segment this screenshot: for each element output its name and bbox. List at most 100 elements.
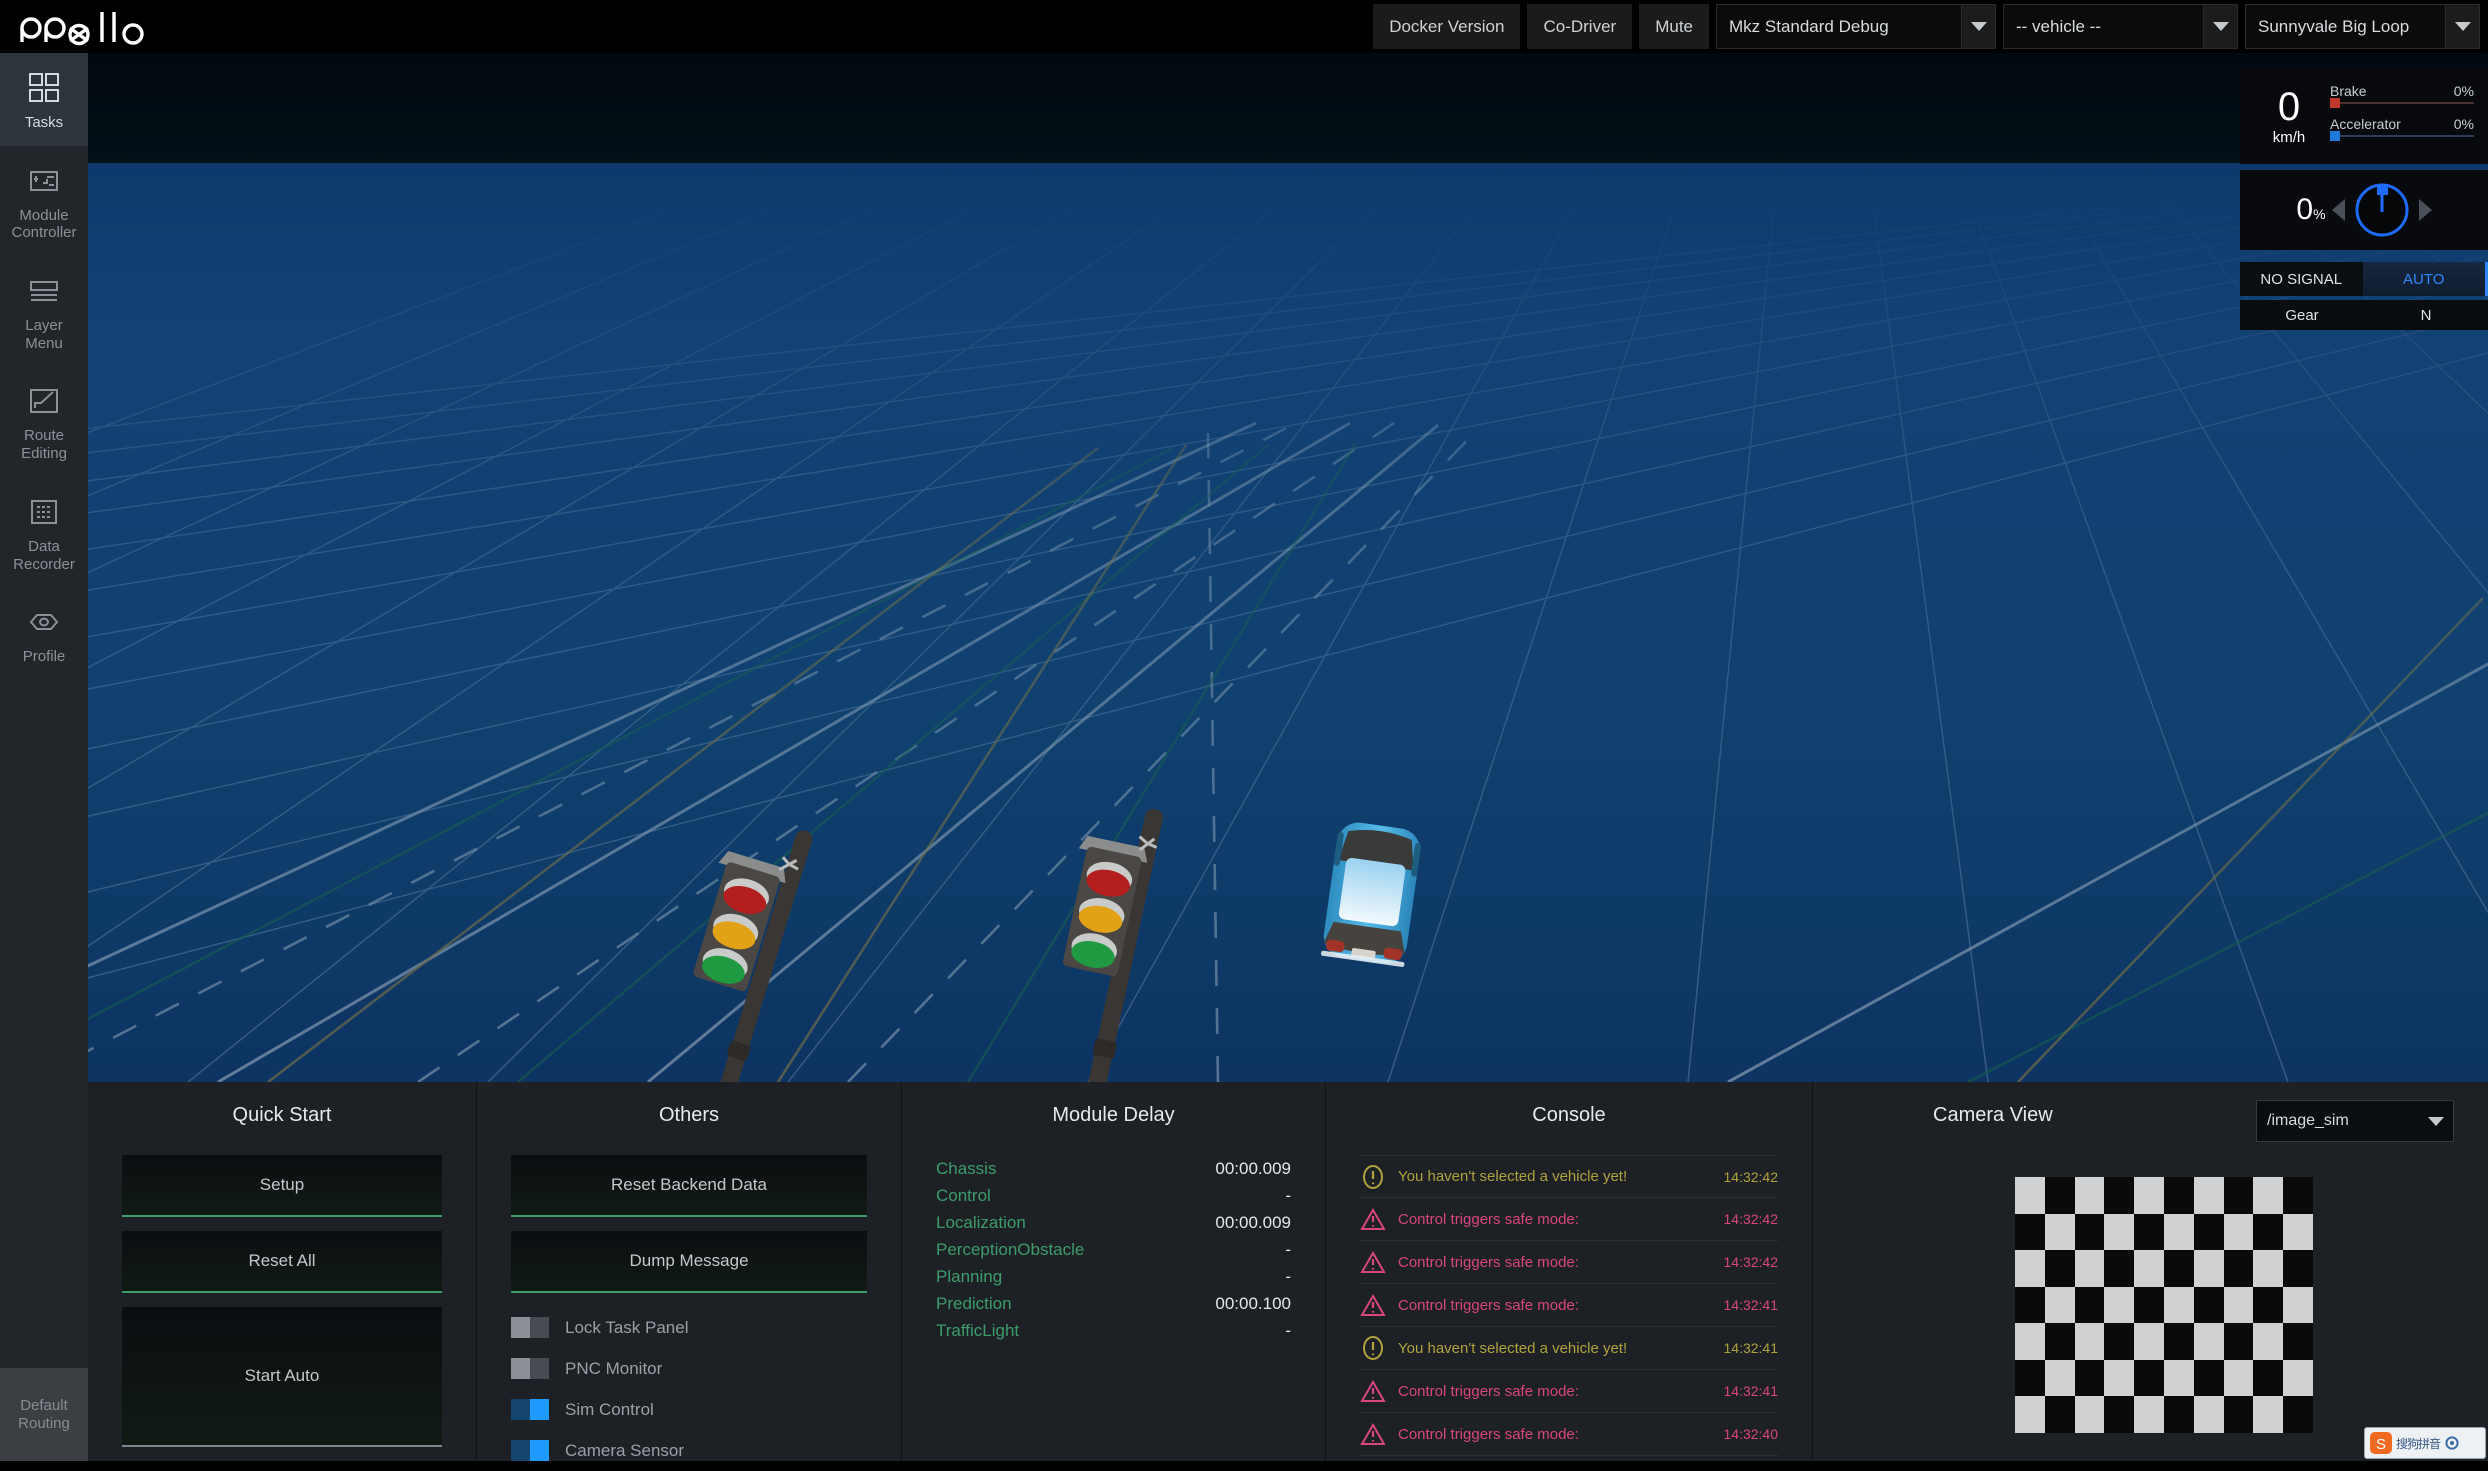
checker-cell [2194, 1323, 2224, 1360]
toggle-switch-icon [511, 1440, 549, 1461]
sidebar-item-module-controller[interactable]: Module Controller [0, 146, 88, 256]
accelerator-knob [2330, 131, 2340, 141]
list-item: Control triggers safe mode: 14:32:40 [1360, 1413, 1778, 1456]
docker-version-button[interactable]: Docker Version [1373, 4, 1520, 49]
module-name: PerceptionObstacle [936, 1236, 1084, 1263]
speed-value: 0 [2248, 87, 2330, 127]
chevron-down-icon [2203, 5, 2237, 48]
sidebar-item-label: Tasks [25, 114, 63, 132]
scene-viewport[interactable] [88, 53, 2488, 1082]
mode-select[interactable]: Mkz Standard Debug [1716, 4, 1996, 49]
default-routing-button[interactable]: Default Routing [0, 1368, 88, 1461]
checker-cell [2104, 1360, 2134, 1397]
chevron-down-icon [2419, 1117, 2453, 1126]
ego-vehicle [1316, 819, 1428, 967]
console-time: 14:32:41 [1724, 1297, 1779, 1313]
vehicle-select[interactable]: -- vehicle -- [2003, 4, 2238, 49]
sidebar-item-profile[interactable]: Profile [0, 587, 88, 680]
camera-sensor-toggle[interactable]: Camera Sensor [511, 1430, 867, 1471]
list-item: Control triggers safe mode: 14:32:42 [1360, 1241, 1778, 1284]
ime-toolbar[interactable]: S 搜狗拼音 [2364, 1427, 2486, 1459]
console-message: You haven't selected a vehicle yet! [1398, 1340, 1724, 1357]
module-name: Chassis [936, 1155, 996, 1182]
checker-cell [2253, 1396, 2283, 1433]
checker-cell [2045, 1287, 2075, 1324]
camera-view-panel: Camera View /image_sim [1812, 1082, 2488, 1461]
checker-cell [2224, 1250, 2254, 1287]
checker-cell [2134, 1287, 2164, 1324]
dump-message-button[interactable]: Dump Message [511, 1231, 867, 1293]
checker-cell [2015, 1287, 2045, 1324]
ime-label: 搜狗拼音 [2396, 1435, 2440, 1452]
default-routing-label: Default Routing [18, 1397, 70, 1433]
warning-triangle-icon [1360, 1206, 1386, 1232]
lock-task-panel-toggle[interactable]: Lock Task Panel [511, 1307, 867, 1348]
gear-row: Gear N [2240, 300, 2488, 330]
sidebar: Tasks Module Controller Layer Menu Route [0, 53, 88, 1461]
sidebar-item-label: Route Editing [21, 427, 67, 462]
vehicle-status-panel: 0 km/h Brake 0% Accelerator 0% 0% [2240, 68, 2488, 330]
checker-cell [2164, 1214, 2194, 1251]
pedal-indicators: Brake 0% Accelerator 0% [2330, 83, 2474, 149]
setup-button[interactable]: Setup [122, 1155, 442, 1217]
mute-button[interactable]: Mute [1639, 4, 1709, 49]
checker-cell [2075, 1323, 2105, 1360]
others-panel: Others Reset Backend Data Dump Message L… [476, 1082, 901, 1461]
gear-value: N [2364, 307, 2488, 324]
gear-icon[interactable] [2444, 1435, 2460, 1451]
table-row: TrafficLight - [936, 1317, 1291, 1344]
brake-track [2330, 102, 2474, 104]
list-item: Control triggers safe mode: 14:32:42 [1360, 1198, 1778, 1241]
sim-control-toggle[interactable]: Sim Control [511, 1389, 867, 1430]
toggle-label: PNC Monitor [565, 1359, 662, 1379]
toggle-label: Sim Control [565, 1400, 654, 1420]
camera-topic-select[interactable]: /image_sim [2256, 1100, 2454, 1142]
reset-backend-data-button[interactable]: Reset Backend Data [511, 1155, 867, 1217]
pnc-monitor-toggle[interactable]: PNC Monitor [511, 1348, 867, 1389]
map-select[interactable]: Sunnyvale Big Loop [2245, 4, 2480, 49]
header-controls: Docker Version Co-Driver Mute Mkz Standa… [1373, 4, 2480, 49]
auto-mode-indicator[interactable]: AUTO [2363, 262, 2488, 296]
checker-cell [2224, 1396, 2254, 1433]
checker-cell [2194, 1360, 2224, 1397]
console-message: Control triggers safe mode: [1398, 1254, 1724, 1271]
module-delay-value: 00:00.009 [1215, 1209, 1291, 1236]
checker-cell [2104, 1214, 2134, 1251]
module-delay-value: 00:00.009 [1215, 1155, 1291, 1182]
brake-value: 0% [2454, 83, 2474, 99]
sidebar-item-layer-menu[interactable]: Layer Menu [0, 256, 88, 366]
console-list[interactable]: You haven't selected a vehicle yet! 14:3… [1360, 1155, 1778, 1456]
checker-cell [2253, 1214, 2283, 1251]
brake-row: Brake 0% [2330, 83, 2474, 99]
checker-cell [2253, 1177, 2283, 1214]
checker-cell [2224, 1214, 2254, 1251]
checker-cell [2104, 1177, 2134, 1214]
warning-triangle-icon [1360, 1378, 1386, 1404]
checker-cell [2283, 1214, 2313, 1251]
module-delay-value: - [1285, 1182, 1291, 1209]
checker-cell [2164, 1360, 2194, 1397]
reset-all-button[interactable]: Reset All [122, 1231, 442, 1293]
checker-cell [2075, 1360, 2105, 1397]
checker-cell [2283, 1177, 2313, 1214]
sidebar-item-tasks[interactable]: Tasks [0, 53, 88, 146]
sidebar-item-label: Module Controller [11, 207, 76, 242]
warning-triangle-icon [1360, 1292, 1386, 1318]
scene-grid [88, 53, 2488, 1082]
start-auto-button[interactable]: Start Auto [122, 1307, 442, 1447]
console-time: 14:32:40 [1724, 1426, 1779, 1442]
co-driver-button[interactable]: Co-Driver [1527, 4, 1632, 49]
mode-select-value: Mkz Standard Debug [1717, 17, 1961, 37]
sidebar-item-route-editing[interactable]: Route Editing [0, 366, 88, 476]
sidebar-item-data-recorder[interactable]: Data Recorder [0, 477, 88, 587]
no-signal-indicator[interactable]: NO SIGNAL [2240, 262, 2363, 296]
layers-icon [27, 274, 61, 308]
module-delay-value: - [1285, 1236, 1291, 1263]
checker-cell [2045, 1250, 2075, 1287]
module-delay-title: Module Delay [936, 1104, 1291, 1127]
steering-percent: 0% [2296, 193, 2325, 227]
checker-cell [2224, 1360, 2254, 1397]
map-select-value: Sunnyvale Big Loop [2246, 17, 2445, 37]
turn-right-icon [2419, 199, 2432, 221]
console-message: Control triggers safe mode: [1398, 1426, 1724, 1443]
